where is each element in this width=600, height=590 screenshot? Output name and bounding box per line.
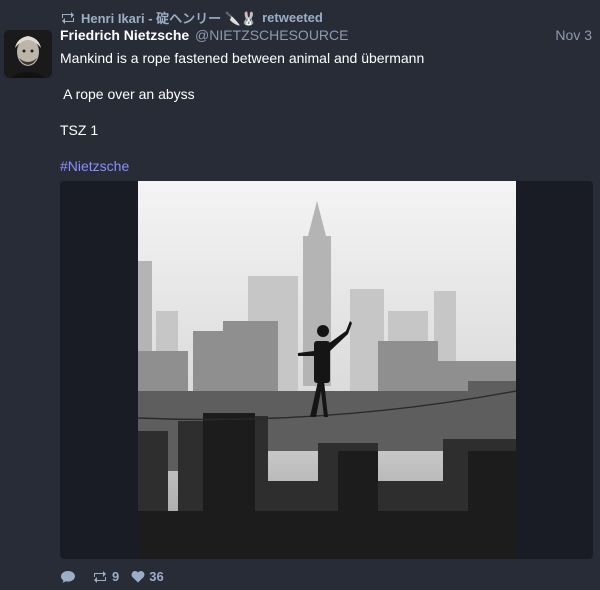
retweet-icon [92, 570, 108, 583]
account-handle[interactable]: @NIETZSCHESOURCE [195, 27, 348, 43]
reblog-indicator: Henri Ikari - 碇ヘンリー 🔪🐰 retweeted [60, 8, 323, 27]
display-name[interactable]: Friedrich Nietzsche [60, 27, 189, 43]
media-photo[interactable] [138, 181, 516, 559]
heart-icon [131, 570, 145, 583]
status-header: Friedrich Nietzsche @NIETZSCHESOURCE Nov… [60, 27, 592, 47]
hashtag-link[interactable]: #Nietzsche [60, 157, 129, 175]
retweet-icon [60, 11, 76, 24]
status-card: Henri Ikari - 碇ヘンリー 🔪🐰 retweeted Friedri… [0, 0, 600, 590]
content-line-1: Mankind is a rope fastened between anima… [60, 50, 425, 66]
avatar[interactable] [4, 30, 52, 78]
reply-button[interactable] [60, 570, 80, 584]
reblog-action-text: retweeted [262, 10, 323, 25]
favourite-button[interactable]: 36 [131, 569, 164, 584]
status-time[interactable]: Nov 3 [555, 27, 592, 43]
status-actions: 9 36 [60, 569, 176, 584]
reblog-user-name[interactable]: Henri Ikari - 碇ヘンリー 🔪🐰 [81, 8, 257, 27]
reply-icon [60, 570, 76, 584]
content-line-2: A rope over an abyss [60, 86, 195, 102]
boost-count: 9 [112, 569, 120, 584]
favourite-count: 36 [149, 569, 164, 584]
content-line-3: TSZ 1 [60, 122, 99, 138]
boost-button[interactable]: 9 [92, 569, 119, 584]
media-gallery[interactable] [60, 181, 593, 559]
